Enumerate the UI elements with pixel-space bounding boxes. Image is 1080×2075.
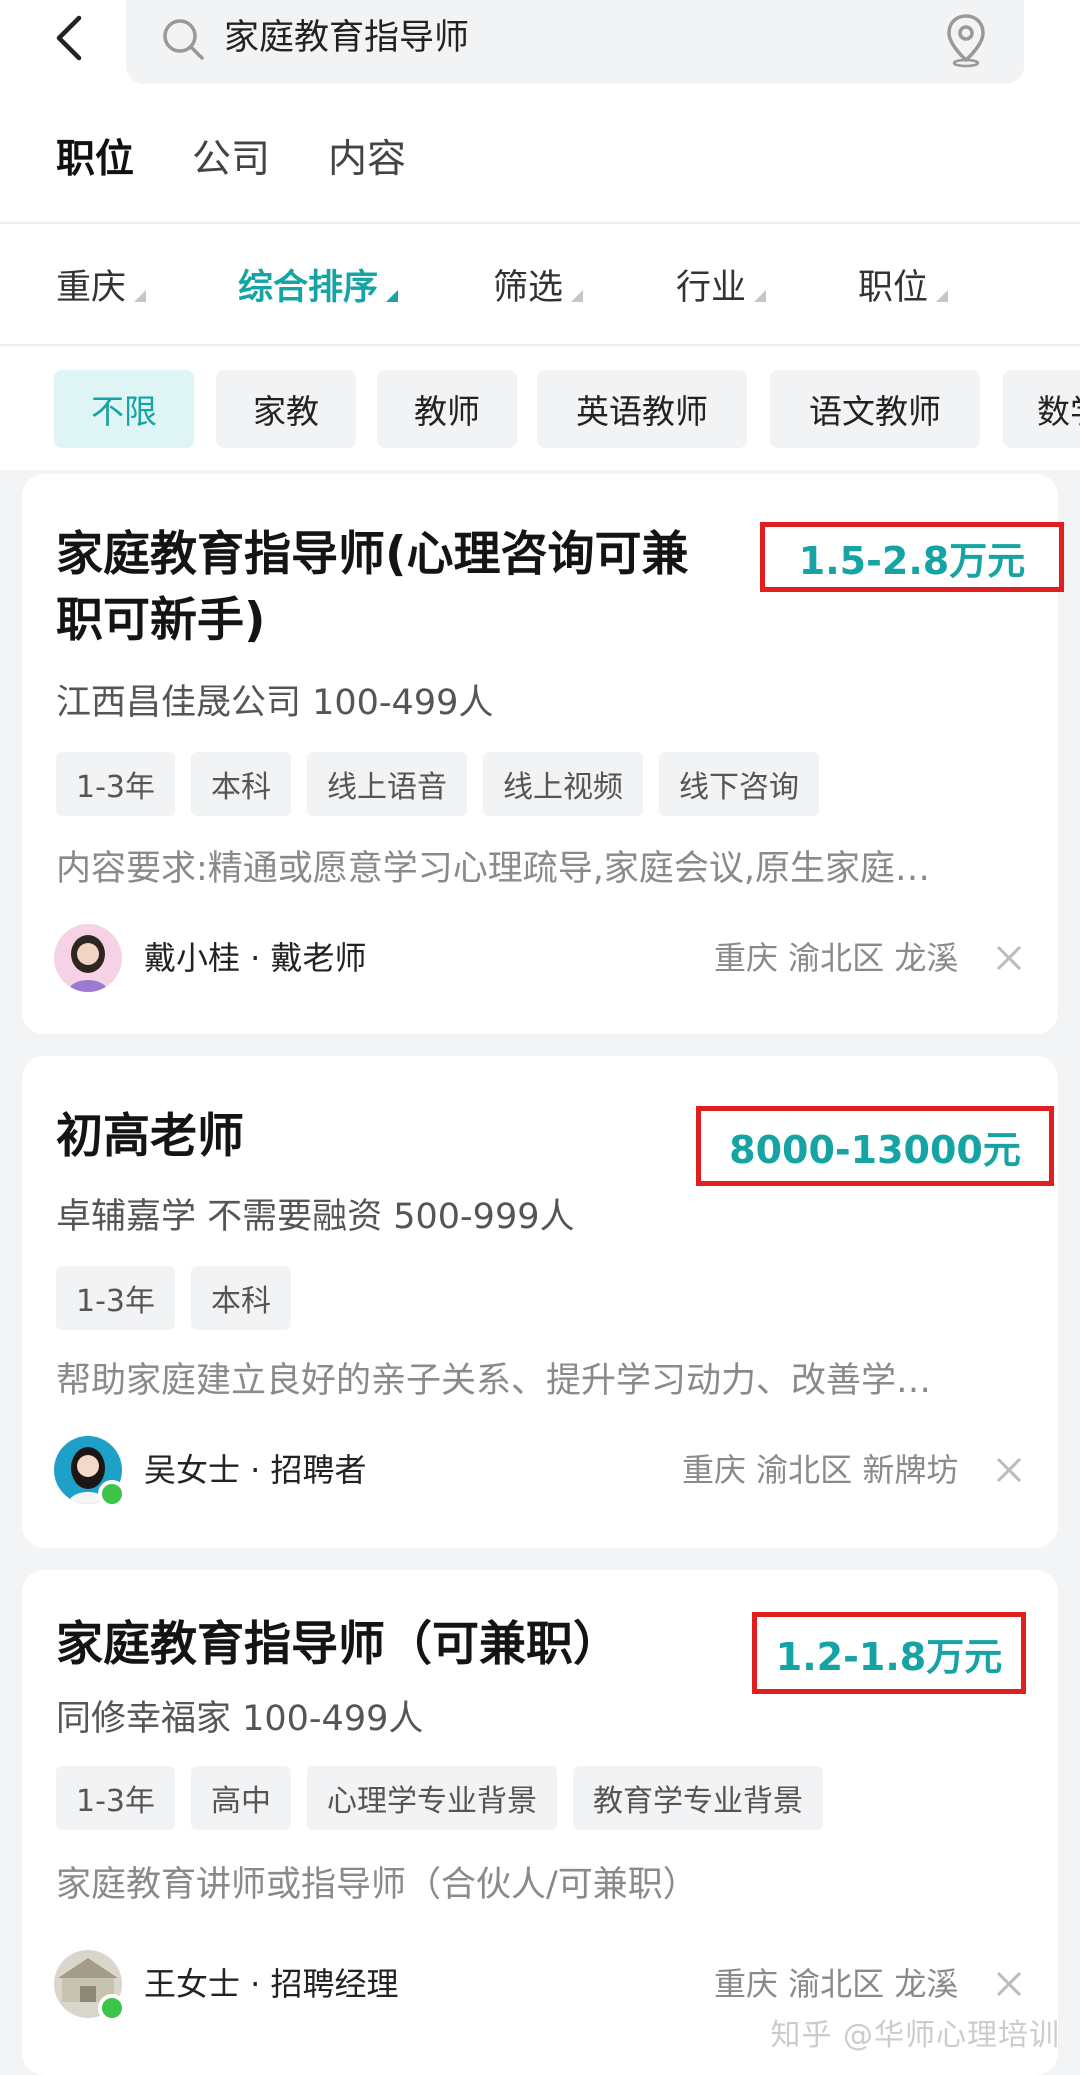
job-tags: 1-3年 高中 心理学专业背景 教育学专业背景	[56, 1766, 823, 1830]
filter-city[interactable]: 重庆	[56, 254, 147, 314]
job-card[interactable]: 家庭教育指导师(心理咨询可兼 职可新手) 1.5-2.8万元 江西昌佳晟公司 1…	[22, 474, 1064, 1034]
tag: 高中	[191, 1766, 291, 1830]
dropdown-triangle-icon	[571, 290, 584, 302]
chip-tutor[interactable]: 家教	[216, 370, 356, 448]
filter-screen[interactable]: 筛选	[493, 254, 584, 314]
job-title: 初高老师	[56, 1109, 244, 1164]
job-card[interactable]: 初高老师 8000-13000元 卓辅嘉学 不需要融资 500-999人 1-3…	[22, 1056, 1058, 1548]
salary-highlight: 1.2-1.8万元	[752, 1612, 1026, 1694]
chevron-left-icon	[56, 15, 82, 61]
salary: 1.2-1.8万元	[775, 1634, 1003, 1679]
job-card[interactable]: 家庭教育指导师（可兼职） 1.2-1.8万元 同修幸福家 100-499人 1-…	[22, 1570, 1058, 2075]
job-tags: 1-3年 本科 线上语音 线上视频 线下咨询	[56, 752, 819, 816]
filter-label: 筛选	[493, 267, 564, 308]
dropdown-triangle-icon	[134, 290, 147, 302]
filter-label: 综合排序	[238, 267, 379, 308]
chip-english-teacher[interactable]: 英语教师	[537, 370, 747, 448]
recruiter-name: 戴小桂 · 戴老师	[144, 939, 367, 977]
category-chip-bar: 不限 家教 教师 英语教师 语文教师 数学	[0, 346, 1080, 470]
chip-unlimited[interactable]: 不限	[54, 370, 194, 448]
salary: 1.5-2.8万元	[798, 538, 1026, 583]
salary-highlight: 1.5-2.8万元	[760, 522, 1064, 592]
job-description: 家庭教育讲师或指导师（合伙人/可兼职）	[56, 1865, 698, 1905]
avatar	[54, 924, 122, 992]
company-info: 卓辅嘉学 不需要融资 500-999人	[56, 1197, 575, 1237]
search-icon	[163, 19, 204, 60]
tab-companies[interactable]: 公司	[192, 130, 270, 190]
job-description: 内容要求:精通或愿意学习心理疏导,家庭会议,原生家庭…	[56, 849, 931, 889]
salary: 8000-13000元	[729, 1127, 1021, 1172]
filter-sort[interactable]: 综合排序	[238, 254, 399, 314]
tab-jobs[interactable]: 职位	[56, 130, 134, 190]
tab-content[interactable]: 内容	[328, 130, 406, 190]
close-icon[interactable]	[994, 943, 1024, 973]
watermark: 知乎 @华师心理培训	[770, 2018, 1060, 2053]
job-title-line: 家庭教育指导师(心理咨询可兼	[56, 527, 689, 582]
company-info: 江西昌佳晟公司 100-499人	[56, 683, 494, 723]
filter-position[interactable]: 职位	[858, 254, 949, 314]
recruiter-name: 王女士 · 招聘经理	[144, 1965, 399, 2003]
tag: 线上语音	[307, 752, 467, 816]
tag: 1-3年	[56, 752, 175, 816]
avatar-image	[54, 924, 122, 992]
filter-industry[interactable]: 行业	[676, 254, 767, 314]
company-info: 同修幸福家 100-499人	[56, 1699, 424, 1739]
avatar	[54, 1436, 126, 1508]
search-query: 家庭教育指导师	[224, 18, 470, 58]
tag: 线上视频	[483, 752, 643, 816]
tag: 教育学专业背景	[573, 1766, 823, 1830]
dropdown-triangle-icon	[386, 290, 399, 302]
filter-label: 行业	[676, 267, 747, 308]
search-input[interactable]: 家庭教育指导师	[126, 0, 1024, 84]
filter-bar: 重庆 综合排序 筛选 行业 职位	[0, 224, 1080, 344]
job-description: 帮助家庭建立良好的亲子关系、提升学习动力、改善学…	[56, 1361, 932, 1401]
online-status-dot	[98, 1994, 126, 2022]
tag: 本科	[191, 752, 291, 816]
tag: 1-3年	[56, 1266, 175, 1330]
result-type-tabs: 职位 公司 内容	[56, 130, 406, 190]
filter-label: 重庆	[56, 267, 127, 308]
job-location: 重庆 渝北区 新牌坊	[682, 1451, 959, 1489]
close-icon[interactable]	[994, 1455, 1024, 1485]
job-title: 家庭教育指导师（可兼职）	[56, 1617, 620, 1672]
close-icon[interactable]	[994, 1969, 1024, 1999]
online-status-dot	[98, 1480, 126, 1508]
recruiter-name: 吴女士 · 招聘者	[144, 1451, 367, 1489]
tag: 本科	[191, 1266, 291, 1330]
job-location: 重庆 渝北区 龙溪	[714, 1965, 959, 2003]
filter-label: 职位	[858, 267, 929, 308]
job-title: 家庭教育指导师(心理咨询可兼 职可新手)	[56, 522, 688, 654]
back-button[interactable]	[48, 12, 88, 64]
tag: 心理学专业背景	[307, 1766, 557, 1830]
chip-chinese-teacher[interactable]: 语文教师	[770, 370, 980, 448]
dropdown-triangle-icon	[936, 290, 949, 302]
location-pin-icon[interactable]	[942, 12, 990, 68]
chip-teacher[interactable]: 教师	[377, 370, 517, 448]
chip-math[interactable]: 数学	[1003, 370, 1080, 448]
job-title-line: 职可新手)	[56, 593, 266, 648]
tag: 线下咨询	[659, 752, 819, 816]
salary-highlight: 8000-13000元	[696, 1106, 1054, 1186]
avatar	[54, 1950, 126, 2022]
dropdown-triangle-icon	[754, 290, 767, 302]
job-tags: 1-3年 本科	[56, 1266, 291, 1330]
tag: 1-3年	[56, 1766, 175, 1830]
job-location: 重庆 渝北区 龙溪	[714, 939, 959, 977]
top-bar: 家庭教育指导师 职位 公司 内容	[0, 0, 1080, 222]
